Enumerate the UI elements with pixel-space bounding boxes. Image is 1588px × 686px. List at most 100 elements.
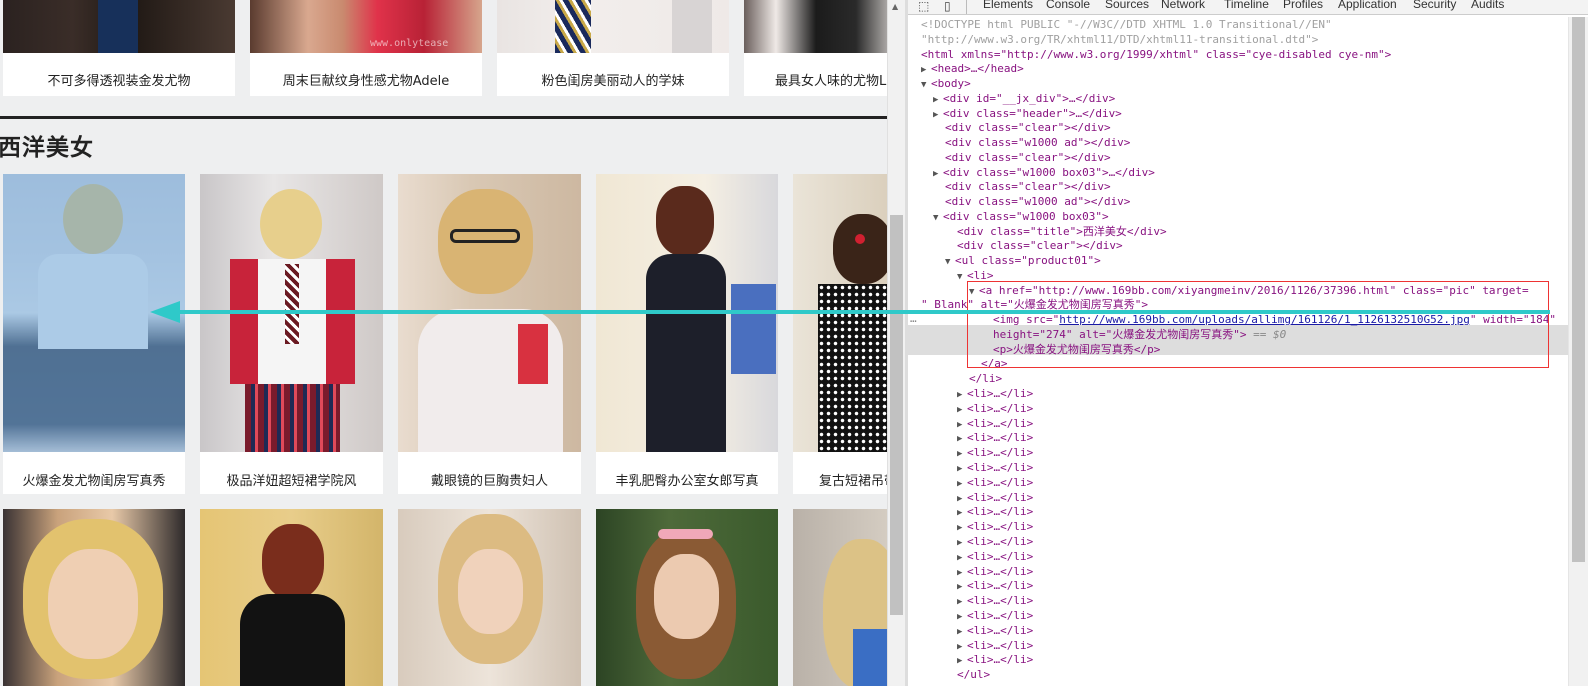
li-node[interactable]: <li>…</li> [967, 491, 1033, 504]
dom-node[interactable]: <div id="__jx_div">…</div> [943, 92, 1115, 105]
li-node[interactable]: <li>…</li> [967, 550, 1033, 563]
li-node[interactable]: <li>…</li> [967, 594, 1033, 607]
body-node[interactable]: <body> [931, 77, 971, 90]
dom-node[interactable]: <div class="clear"></div> [945, 151, 1111, 164]
li-collapsed-row[interactable]: ▶ <li>…</li> [957, 638, 1033, 653]
dom-node[interactable]: <div class="clear"></div> [957, 239, 1123, 252]
product-image[interactable] [3, 0, 235, 53]
li-collapsed-row[interactable]: ▶ <li>…</li> [957, 504, 1033, 519]
tab-console[interactable]: Console [1046, 0, 1090, 11]
product-card[interactable]: 戴眼镜的巨胸贵妇人 [398, 174, 581, 494]
li-node[interactable]: <li>…</li> [967, 565, 1033, 578]
tab-sources[interactable]: Sources [1105, 0, 1149, 11]
li-collapsed-row[interactable]: ▶ <li>…</li> [957, 445, 1033, 460]
device-toolbar-icon[interactable]: ▯ [944, 0, 951, 13]
li-node[interactable]: <li>…</li> [967, 624, 1033, 637]
li-collapsed-row[interactable]: ▶ <li>…</li> [957, 401, 1033, 416]
doctype-line[interactable]: "http://www.w3.org/TR/xhtml11/DTD/xhtml1… [921, 33, 1318, 46]
product-card[interactable]: 粉色闺房美丽动人的学妹 [497, 0, 729, 96]
dom-node[interactable]: <div class="w1000 ad"></div> [945, 136, 1130, 149]
li-collapsed-row[interactable]: ▶ <li>…</li> [957, 460, 1033, 475]
page-scrollbar[interactable]: ▲ [887, 0, 905, 686]
dom-node[interactable]: <div class="title">西洋美女</div> [957, 225, 1167, 238]
product-image[interactable] [398, 509, 581, 686]
li-collapsed-row[interactable]: ▶ <li>…</li> [957, 578, 1033, 593]
product-image[interactable] [3, 509, 185, 686]
li-node[interactable]: <li>…</li> [967, 653, 1033, 666]
li-collapsed-row[interactable]: ▶ <li>…</li> [957, 416, 1033, 431]
li-node[interactable]: <li>…</li> [967, 535, 1033, 548]
product-card[interactable] [398, 509, 581, 686]
product-caption[interactable]: 最具女人味的尤物Laura [744, 70, 887, 89]
tab-profiles[interactable]: Profiles [1283, 0, 1323, 11]
ul-close[interactable]: </ul> [957, 668, 990, 681]
li-node[interactable]: <li>…</li> [967, 431, 1033, 444]
li-collapsed-row[interactable]: ▶ <li>…</li> [957, 593, 1033, 608]
tab-application[interactable]: Application [1338, 0, 1397, 11]
product-card[interactable] [3, 509, 185, 686]
inspect-element-icon[interactable]: ⬚ [918, 0, 929, 13]
collapse-triangle-icon[interactable]: ▼ [945, 255, 955, 270]
li-collapsed-row[interactable]: ▶ <li>…</li> [957, 623, 1033, 638]
product-card[interactable]: 不可多得透视装金发尤物 [3, 0, 235, 96]
scroll-up-arrow-icon[interactable]: ▲ [892, 2, 898, 11]
product-card[interactable]: 最具女人味的尤物Laura [744, 0, 887, 96]
product-caption[interactable]: 周末巨献纹身性感尤物Adele [250, 70, 482, 89]
product-card[interactable]: www.onlytease 周末巨献纹身性感尤物Adele [250, 0, 482, 96]
dom-node[interactable]: <div class="w1000 box03"> [943, 210, 1109, 223]
li-collapsed-row[interactable]: ▶ <li>…</li> [957, 386, 1033, 401]
head-node[interactable]: <head>…</head> [931, 62, 1024, 75]
html-node[interactable]: <html xmlns="http://www.w3.org/1999/xhtm… [921, 48, 1391, 61]
tab-timeline[interactable]: Timeline [1224, 0, 1269, 11]
li-node[interactable]: <li>…</li> [967, 520, 1033, 533]
li-collapsed-row[interactable]: ▶ <li>…</li> [957, 564, 1033, 579]
product-image[interactable] [497, 0, 729, 53]
dom-node[interactable]: <div class="clear"></div> [945, 121, 1111, 134]
devtools-scrollbar-thumb[interactable] [1572, 17, 1585, 562]
product-image[interactable] [744, 0, 887, 53]
li-collapsed-row[interactable]: ▶ <li>…</li> [957, 549, 1033, 564]
product-caption[interactable]: 不可多得透视装金发尤物 [3, 70, 235, 89]
product-image[interactable] [200, 509, 383, 686]
tab-elements[interactable]: Elements [983, 0, 1033, 11]
product-card[interactable] [793, 509, 887, 686]
expand-triangle-icon[interactable]: ▶ [933, 167, 943, 182]
product-card[interactable] [596, 509, 778, 686]
tab-security[interactable]: Security [1413, 0, 1456, 11]
li-collapsed-row[interactable]: ▶ <li>…</li> [957, 519, 1033, 534]
collapse-triangle-icon[interactable]: ▼ [933, 211, 943, 226]
collapse-triangle-icon[interactable]: ▼ [921, 78, 931, 93]
product-caption[interactable]: 戴眼镜的巨胸贵妇人 [398, 470, 581, 489]
product-card[interactable]: 复古短裙吊带 [793, 174, 887, 494]
doctype-line[interactable]: <!DOCTYPE html PUBLIC "-//W3C//DTD XHTML… [921, 18, 1332, 31]
li-node[interactable]: <li>…</li> [967, 402, 1033, 415]
devtools-scrollbar[interactable] [1568, 17, 1588, 686]
tab-network[interactable]: Network [1161, 0, 1205, 11]
li-collapsed-row[interactable]: ▶ <li>…</li> [957, 430, 1033, 445]
product-caption[interactable]: 丰乳肥臀办公室女郎写真 [596, 470, 778, 489]
product-image[interactable]: www.onlytease [250, 0, 482, 53]
li-collapsed-row[interactable]: ▶ <li>…</li> [957, 652, 1033, 667]
li-node[interactable]: <li>…</li> [967, 387, 1033, 400]
li-node[interactable]: <li>…</li> [967, 505, 1033, 518]
li-node[interactable]: <li>…</li> [967, 579, 1033, 592]
li-collapsed-row[interactable]: ▶ <li>…</li> [957, 490, 1033, 505]
tab-audits[interactable]: Audits [1471, 0, 1504, 11]
li-collapsed-row[interactable]: ▶ <li>…</li> [957, 475, 1033, 490]
li-collapsed-row[interactable]: ▶ <li>…</li> [957, 608, 1033, 623]
product-image[interactable] [596, 509, 778, 686]
collapse-triangle-icon[interactable]: ▼ [957, 270, 967, 285]
dom-node[interactable]: <div class="w1000 box03">…</div> [943, 166, 1155, 179]
dom-node[interactable]: <div class="clear"></div> [945, 180, 1111, 193]
product-caption[interactable]: 极品洋妞超短裙学院风 [200, 470, 383, 489]
li-node[interactable]: <li>…</li> [967, 609, 1033, 622]
ul-node[interactable]: <ul class="product01"> [955, 254, 1101, 267]
li-node[interactable]: <li>…</li> [967, 476, 1033, 489]
product-card[interactable] [200, 509, 383, 686]
product-card[interactable]: 丰乳肥臀办公室女郎写真 [596, 174, 778, 494]
li-collapsed-row[interactable]: ▶ <li>…</li> [957, 534, 1033, 549]
li-node[interactable]: <li>…</li> [967, 446, 1033, 459]
dom-node[interactable]: <div class="header">…</div> [943, 107, 1122, 120]
product-caption[interactable]: 火爆金发尤物闺房写真秀 [3, 470, 185, 489]
product-card[interactable]: 极品洋妞超短裙学院风 [200, 174, 383, 494]
